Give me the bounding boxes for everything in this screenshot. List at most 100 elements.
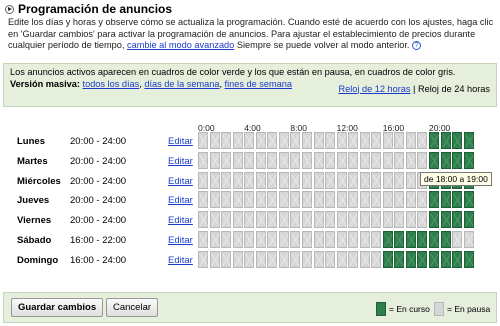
- hour-cell-paused[interactable]: [278, 191, 289, 209]
- hour-cell-paused[interactable]: [348, 171, 359, 189]
- hour-cell-paused[interactable]: [313, 211, 324, 229]
- hour-cell-active[interactable]: [452, 250, 463, 268]
- hour-cell-paused[interactable]: [278, 132, 289, 149]
- hour-cell-paused[interactable]: [232, 171, 243, 189]
- hour-cell-paused[interactable]: [405, 132, 416, 149]
- hour-cell-paused[interactable]: [359, 231, 370, 248]
- hour-cell-paused[interactable]: [221, 132, 232, 149]
- hour-cell-paused[interactable]: [348, 211, 359, 229]
- hour-cell-paused[interactable]: [325, 171, 336, 189]
- hour-cell-paused[interactable]: [278, 151, 289, 169]
- hour-cell-paused[interactable]: [244, 171, 255, 189]
- hour-cell-paused[interactable]: [313, 250, 324, 268]
- hour-cell-paused[interactable]: [336, 132, 347, 149]
- hour-cell-paused[interactable]: [336, 171, 347, 189]
- hour-cell-paused[interactable]: [417, 211, 428, 229]
- hour-cell-paused[interactable]: [255, 250, 266, 268]
- hour-cell-paused[interactable]: [209, 151, 220, 169]
- hour-cell-active[interactable]: [405, 250, 416, 268]
- hour-cell-paused[interactable]: [267, 132, 278, 149]
- hour-cell-active[interactable]: [440, 132, 451, 149]
- hour-cell-paused[interactable]: [232, 250, 243, 268]
- hour-cell-paused[interactable]: [290, 231, 301, 248]
- hour-cell-paused[interactable]: [209, 231, 220, 248]
- hour-cell-active[interactable]: [405, 231, 416, 248]
- hour-cell-paused[interactable]: [359, 211, 370, 229]
- hour-cell-paused[interactable]: [405, 151, 416, 169]
- hour-cell-paused[interactable]: [232, 151, 243, 169]
- hour-cell-paused[interactable]: [301, 211, 312, 229]
- hour-cell-paused[interactable]: [371, 231, 382, 248]
- hour-cell-paused[interactable]: [301, 151, 312, 169]
- hour-cell-paused[interactable]: [371, 211, 382, 229]
- hour-cell-paused[interactable]: [232, 211, 243, 229]
- hour-cell-active[interactable]: [429, 132, 439, 149]
- hour-cell-paused[interactable]: [359, 132, 370, 149]
- hour-cell-active[interactable]: [463, 132, 474, 149]
- hour-cell-paused[interactable]: [255, 211, 266, 229]
- clock-12h-link[interactable]: Reloj de 12 horas: [338, 84, 410, 94]
- hour-cell-paused[interactable]: [325, 191, 336, 209]
- edit-day-link[interactable]: Editar: [168, 136, 193, 147]
- hour-cell-paused[interactable]: [290, 191, 301, 209]
- hour-cell-paused[interactable]: [394, 191, 405, 209]
- hour-cell-paused[interactable]: [209, 171, 220, 189]
- hour-cell-paused[interactable]: [301, 191, 312, 209]
- hour-cell-paused[interactable]: [301, 250, 312, 268]
- hour-cell-active[interactable]: [463, 191, 474, 209]
- hour-cell-active[interactable]: [429, 151, 439, 169]
- hour-cell-active[interactable]: [417, 231, 428, 248]
- hour-cell-paused[interactable]: [313, 132, 324, 149]
- hour-cell-paused[interactable]: [348, 151, 359, 169]
- hour-cell-paused[interactable]: [394, 132, 405, 149]
- hour-cell-paused[interactable]: [198, 191, 208, 209]
- hour-cell-active[interactable]: [463, 250, 474, 268]
- hour-cell-active[interactable]: [382, 231, 393, 248]
- hour-cell-paused[interactable]: [382, 151, 393, 169]
- hour-cell-paused[interactable]: [325, 151, 336, 169]
- hour-cell-active[interactable]: [463, 211, 474, 229]
- help-icon[interactable]: ?: [412, 41, 422, 51]
- hour-cell-paused[interactable]: [232, 231, 243, 248]
- hour-cell-paused[interactable]: [382, 191, 393, 209]
- hour-cell-paused[interactable]: [198, 132, 208, 149]
- bulk-weekdays-link[interactable]: días de la semana: [144, 79, 219, 89]
- hour-cell-active[interactable]: [417, 250, 428, 268]
- hour-cell-paused[interactable]: [417, 191, 428, 209]
- hour-cell-paused[interactable]: [325, 211, 336, 229]
- hour-cell-paused[interactable]: [232, 132, 243, 149]
- hour-cell-paused[interactable]: [232, 191, 243, 209]
- hour-cell-paused[interactable]: [394, 151, 405, 169]
- hour-cell-paused[interactable]: [198, 231, 208, 248]
- hour-cell-active[interactable]: [440, 151, 451, 169]
- hour-cell-paused[interactable]: [348, 191, 359, 209]
- hour-cell-active[interactable]: [382, 250, 393, 268]
- hour-cell-paused[interactable]: [336, 211, 347, 229]
- hour-cell-paused[interactable]: [267, 191, 278, 209]
- hour-cell-paused[interactable]: [290, 211, 301, 229]
- hour-cell-paused[interactable]: [325, 250, 336, 268]
- hour-cell-paused[interactable]: [221, 151, 232, 169]
- hour-cell-paused[interactable]: [267, 231, 278, 248]
- hour-cell-paused[interactable]: [325, 231, 336, 248]
- hour-cell-paused[interactable]: [348, 231, 359, 248]
- hour-cell-active[interactable]: [452, 191, 463, 209]
- hour-cell-active[interactable]: [440, 250, 451, 268]
- hour-cell-paused[interactable]: [278, 171, 289, 189]
- hour-cell-paused[interactable]: [221, 211, 232, 229]
- hour-cell-paused[interactable]: [198, 211, 208, 229]
- hour-cell-paused[interactable]: [209, 132, 220, 149]
- hour-cell-paused[interactable]: [371, 250, 382, 268]
- hour-cell-paused[interactable]: [313, 151, 324, 169]
- hour-cell-paused[interactable]: [278, 250, 289, 268]
- collapse-arrow-icon[interactable]: [5, 4, 14, 14]
- hour-cell-paused[interactable]: [221, 250, 232, 268]
- hour-cell-paused[interactable]: [452, 231, 463, 248]
- hour-cell-paused[interactable]: [371, 151, 382, 169]
- hour-cell-paused[interactable]: [221, 231, 232, 248]
- hour-cell-active[interactable]: [394, 231, 405, 248]
- hour-cell-paused[interactable]: [278, 211, 289, 229]
- hour-cell-active[interactable]: [429, 231, 439, 248]
- hour-cell-paused[interactable]: [209, 250, 220, 268]
- hour-cell-paused[interactable]: [382, 211, 393, 229]
